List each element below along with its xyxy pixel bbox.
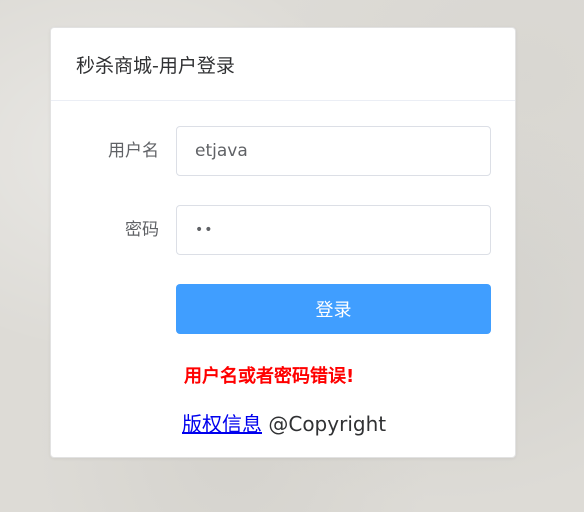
copyright-text: @Copyright: [268, 412, 387, 436]
page-title: 秒杀商城-用户登录: [76, 54, 235, 77]
copyright: 版权信息 @Copyright: [182, 408, 386, 437]
card-header: 秒杀商城-用户登录: [51, 28, 515, 101]
login-button[interactable]: 登录: [176, 284, 491, 334]
password-label: 密码: [125, 220, 159, 240]
username-input[interactable]: [176, 126, 491, 176]
username-row: 用户名: [51, 126, 515, 176]
copyright-link[interactable]: 版权信息: [182, 412, 262, 436]
login-card: 秒杀商城-用户登录 用户名 密码 登录 用户名或者密码错误! 版权信息 @Cop…: [50, 27, 516, 458]
password-input[interactable]: [176, 205, 491, 255]
error-message: 用户名或者密码错误!: [184, 366, 355, 387]
password-row: 密码: [51, 205, 515, 255]
username-label: 用户名: [108, 141, 159, 161]
